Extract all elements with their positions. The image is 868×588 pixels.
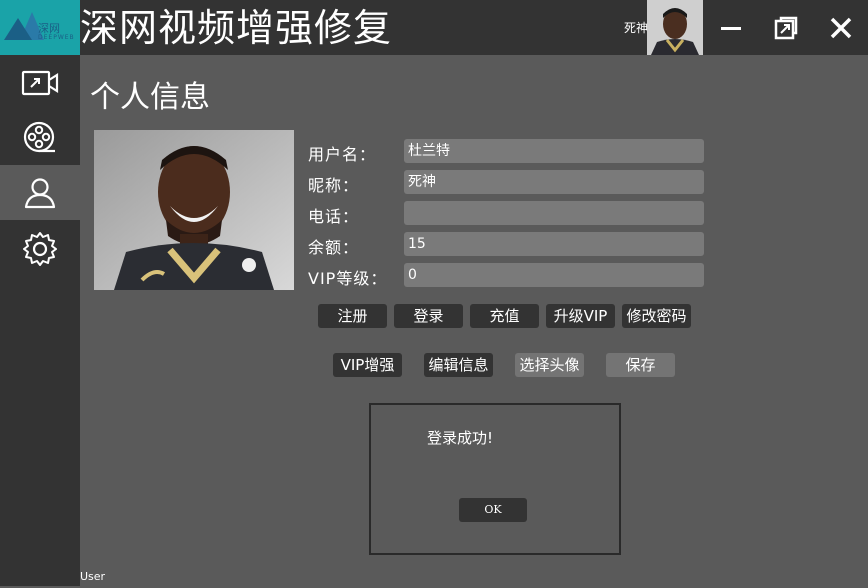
app-title: 深网视频增强修复 [80,6,393,50]
film-reel-icon [23,121,55,152]
sidebar-item-video[interactable] [0,55,80,110]
user-avatar[interactable] [647,0,703,55]
logo-subtext: DEEPWEB [38,34,75,41]
username-label: 用户名： [308,145,377,164]
ok-button[interactable]: OK [459,498,527,522]
user-nickname: 死神 [624,21,649,35]
login-button[interactable]: 登录 [394,304,463,328]
phone-field[interactable] [404,201,704,225]
minimize-icon [720,26,741,30]
video-camera-icon [21,70,59,95]
sidebar-item-film[interactable] [0,110,80,165]
nickname-field[interactable]: 死神 [404,170,704,194]
minimize-button[interactable] [703,0,758,55]
login-success-dialog: 登录成功! OK [369,403,621,555]
balance-field[interactable]: 15 [404,232,704,256]
profile-photo [94,130,294,290]
change-password-button[interactable]: 修改密码 [622,304,691,328]
status-bar: User [80,566,868,586]
close-icon [830,17,851,38]
balance-label: 余额： [308,238,360,257]
vip-level-field[interactable]: 0 [404,263,704,287]
maximize-button[interactable] [758,0,813,55]
username-field[interactable]: 杜兰特 [404,139,704,163]
upgrade-vip-button[interactable]: 升级VIP [546,304,615,328]
page-title: 个人信息 [90,80,210,115]
sidebar-item-user[interactable] [0,165,80,220]
nickname-label: 昵称： [308,176,360,195]
title-bar: 深网 DEEPWEB 深网视频增强修复 死神 [0,0,868,55]
user-icon [24,177,56,208]
phone-label: 电话： [308,207,360,226]
app-logo: 深网 DEEPWEB [0,0,80,55]
restore-icon [774,16,797,39]
vip-level-label: VIP等级： [308,269,388,288]
edit-info-button[interactable]: 编辑信息 [424,353,493,377]
sidebar [0,55,80,586]
sidebar-item-settings[interactable] [0,220,80,275]
recharge-button[interactable]: 充值 [470,304,539,328]
vip-enhance-button[interactable]: VIP增强 [333,353,402,377]
register-button[interactable]: 注册 [318,304,387,328]
choose-avatar-button[interactable]: 选择头像 [515,353,584,377]
gear-icon [23,231,57,266]
dialog-message: 登录成功! [427,429,494,447]
close-button[interactable] [813,0,868,55]
save-button[interactable]: 保存 [606,353,675,377]
